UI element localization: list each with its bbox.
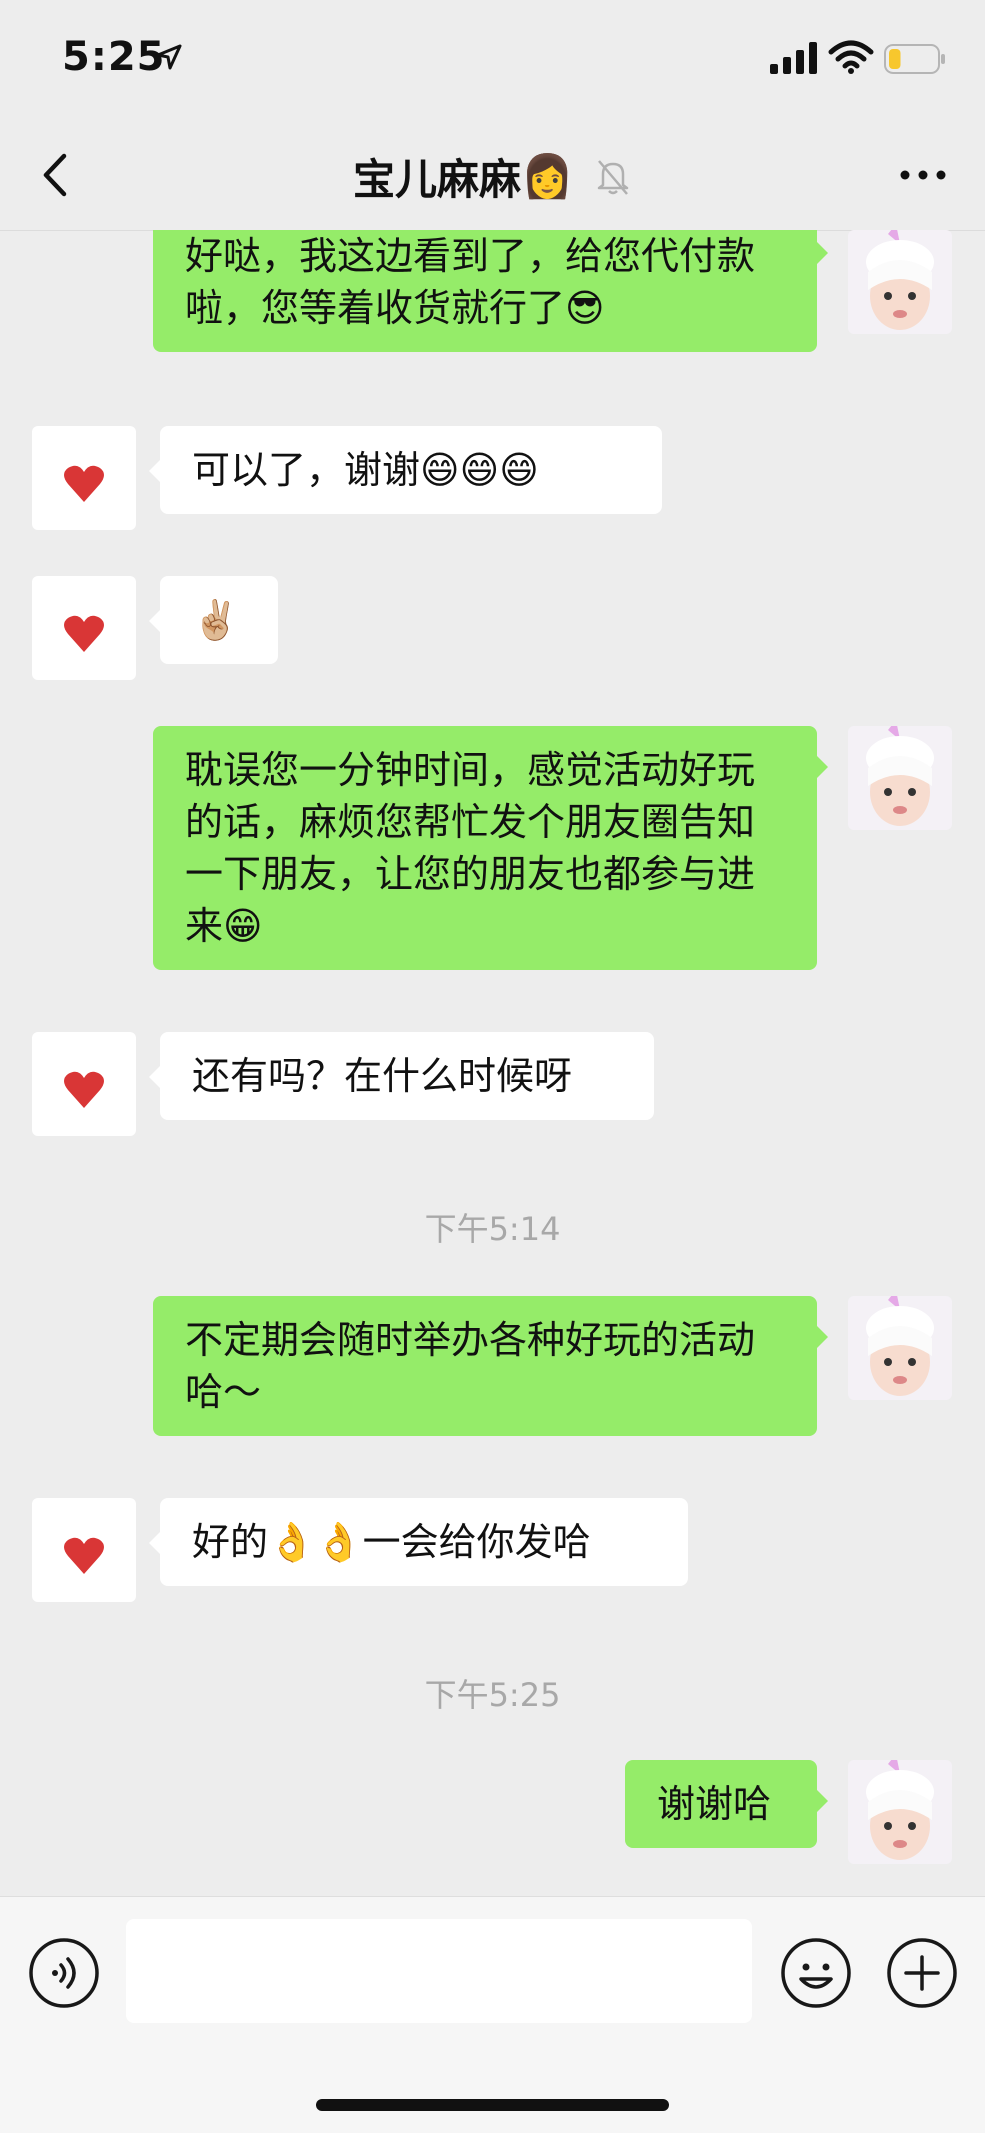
message-text: ✌🏼 bbox=[192, 598, 240, 642]
message-text: 谢谢哈 bbox=[657, 1782, 772, 1826]
my-avatar[interactable] bbox=[848, 1760, 952, 1864]
message-bubble-sent[interactable]: 谢谢哈 bbox=[625, 1760, 828, 1848]
heart-icon bbox=[64, 465, 104, 502]
baby-unicorn-avatar-icon bbox=[866, 1296, 934, 1396]
contact-avatar[interactable] bbox=[32, 1498, 136, 1602]
status-time: 5:25 bbox=[62, 34, 166, 80]
chat-title-group: 宝儿麻麻👩 bbox=[0, 146, 985, 207]
my-avatar[interactable] bbox=[848, 230, 952, 334]
input-bar bbox=[0, 1896, 985, 2133]
message-input[interactable] bbox=[126, 1919, 752, 2023]
heart-icon bbox=[64, 1537, 104, 1574]
message-text: 不定期会随时举办各种好玩的活动哈～ bbox=[185, 1318, 756, 1414]
contact-avatar[interactable] bbox=[32, 426, 136, 530]
wifi-icon bbox=[828, 40, 874, 74]
contact-avatar[interactable] bbox=[32, 576, 136, 680]
message-text: 耽误您一分钟时间，感觉活动好玩的话，麻烦您帮忙发个朋友圈告知一下朋友，让您的朋友… bbox=[185, 748, 756, 948]
message-bubble-received[interactable]: ✌🏼 bbox=[149, 576, 278, 664]
message-text: 还有吗？在什么时候呀 bbox=[192, 1054, 573, 1098]
message-text: 好的👌👌一会给你发哈 bbox=[192, 1520, 591, 1564]
message-text: 可以了，谢谢😄😄😄 bbox=[192, 448, 539, 492]
mute-notifications-icon bbox=[597, 159, 629, 195]
status-bar: 5:25 bbox=[0, 0, 985, 120]
cellular-signal-icon bbox=[770, 42, 817, 74]
battery-icon bbox=[884, 44, 945, 74]
message-list[interactable]: 好哒，我这边看到了，给您代付款啦，您等着收货就行了😎 可以了，谢谢😄😄😄 ✌🏼 … bbox=[0, 230, 985, 1896]
message-bubble-received[interactable]: 好的👌👌一会给你发哈 bbox=[149, 1498, 688, 1586]
title-emoji: 👩 bbox=[521, 151, 574, 201]
message-bubble-received[interactable]: 还有吗？在什么时候呀 bbox=[149, 1032, 654, 1120]
message-timestamp: 下午5:14 bbox=[424, 1210, 561, 1248]
battery-level-fill bbox=[889, 49, 901, 69]
message-bubble-sent[interactable]: 好哒，我这边看到了，给您代付款啦，您等着收货就行了😎 bbox=[153, 230, 828, 352]
baby-unicorn-avatar-icon bbox=[866, 1760, 934, 1860]
voice-input-icon[interactable] bbox=[28, 1937, 100, 2009]
emoji-icon[interactable] bbox=[780, 1937, 852, 2009]
baby-unicorn-avatar-icon bbox=[866, 230, 934, 330]
location-arrow-icon bbox=[156, 44, 182, 70]
chat-title: 宝儿麻麻 bbox=[353, 155, 522, 204]
message-text: 好哒，我这边看到了，给您代付款啦，您等着收货就行了😎 bbox=[185, 234, 756, 330]
message-bubble-sent[interactable]: 耽误您一分钟时间，感觉活动好玩的话，麻烦您帮忙发个朋友圈告知一下朋友，让您的朋友… bbox=[153, 726, 828, 970]
baby-unicorn-avatar-icon bbox=[866, 726, 934, 826]
message-bubble-received[interactable]: 可以了，谢谢😄😄😄 bbox=[149, 426, 662, 514]
more-options-icon[interactable] bbox=[897, 160, 949, 190]
my-avatar[interactable] bbox=[848, 1296, 952, 1400]
home-indicator[interactable] bbox=[316, 2099, 669, 2111]
plus-icon[interactable] bbox=[886, 1937, 958, 2009]
message-bubble-sent[interactable]: 不定期会随时举办各种好玩的活动哈～ bbox=[153, 1296, 828, 1436]
heart-icon bbox=[64, 615, 104, 652]
chat-header: 宝儿麻麻👩 bbox=[0, 120, 985, 231]
message-timestamp: 下午5:25 bbox=[424, 1676, 561, 1714]
heart-icon bbox=[64, 1071, 104, 1108]
contact-avatar[interactable] bbox=[32, 1032, 136, 1136]
my-avatar[interactable] bbox=[848, 726, 952, 830]
